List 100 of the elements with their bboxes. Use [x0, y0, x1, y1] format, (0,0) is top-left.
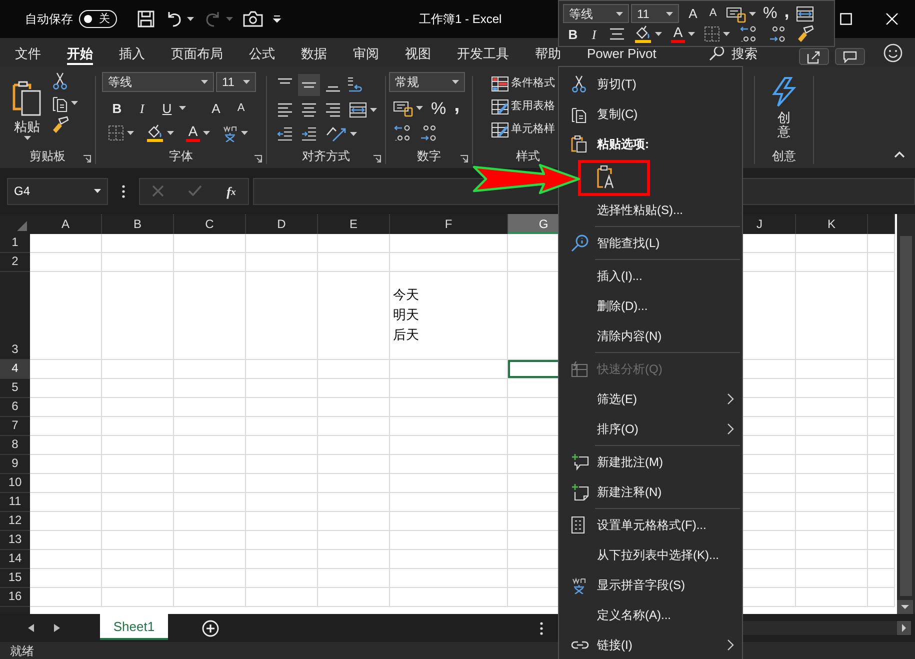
grid-cell[interactable]	[30, 253, 102, 272]
new-comment-icon[interactable]	[571, 453, 589, 471]
font-size-field[interactable]: 11	[216, 72, 256, 92]
grid-cell[interactable]	[318, 455, 390, 474]
close-icon[interactable]	[886, 13, 898, 25]
grid-cell[interactable]	[796, 417, 868, 436]
ribbon-tab[interactable]: 页面布局	[158, 44, 236, 66]
grid-cell[interactable]	[318, 588, 390, 607]
save-icon[interactable]	[137, 10, 155, 28]
column-header[interactable]: B	[102, 214, 174, 234]
ribbon-tab[interactable]: 视图	[392, 44, 444, 66]
grid-cell[interactable]	[318, 531, 390, 550]
dialog-launcher-icon[interactable]	[460, 155, 468, 163]
grid-cell[interactable]	[390, 234, 508, 253]
menu-item[interactable]: 从下拉列表中选择(K)...	[559, 540, 742, 570]
grid-cell[interactable]	[102, 474, 174, 493]
ribbon-tab[interactable]: 插入	[106, 44, 158, 66]
grid-cell[interactable]: 今天 明天 后天	[390, 272, 508, 360]
grid-cell[interactable]	[390, 253, 508, 272]
customize-toolbar-icon[interactable]	[273, 15, 281, 23]
grid-cell[interactable]	[246, 436, 318, 455]
borders-icon[interactable]	[704, 26, 720, 42]
column-header[interactable]: F	[390, 214, 508, 234]
grid-cell[interactable]	[246, 360, 318, 379]
percent-button[interactable]: %	[431, 100, 446, 116]
grid-cell[interactable]	[174, 417, 246, 436]
grid-cell[interactable]	[868, 436, 895, 455]
menu-item[interactable]: 设置单元格格式(F)...	[559, 510, 742, 540]
grid-cell[interactable]	[868, 531, 895, 550]
shrink-font-button[interactable]: A	[232, 102, 250, 114]
new-note-icon[interactable]	[571, 483, 589, 501]
font-name-field[interactable]: 等线	[102, 72, 214, 92]
caret-icon[interactable]	[94, 189, 101, 193]
grid-cell[interactable]	[796, 234, 868, 253]
paste-button[interactable]: 粘贴	[12, 72, 42, 146]
grid-cell[interactable]	[868, 455, 895, 474]
grid-cell[interactable]	[796, 531, 868, 550]
caret-icon[interactable]	[127, 131, 134, 135]
maximize-icon[interactable]	[840, 13, 852, 25]
grid-cell[interactable]	[30, 417, 102, 436]
grid-cell[interactable]	[174, 531, 246, 550]
grid-cell[interactable]	[246, 272, 318, 360]
comma-style-button[interactable]: ,	[454, 95, 460, 115]
clipboard-icon[interactable]	[12, 78, 42, 116]
menu-item[interactable]: 链接(I)	[559, 630, 742, 659]
grid-cell[interactable]	[868, 550, 895, 569]
italic-button[interactable]: I	[588, 28, 600, 40]
borders-icon[interactable]	[108, 125, 124, 141]
grid-cell[interactable]	[102, 512, 174, 531]
smiley-icon[interactable]	[883, 43, 903, 63]
caret-icon[interactable]	[370, 108, 377, 112]
left-align-icon[interactable]	[277, 102, 293, 118]
font-size-field[interactable]: 11	[631, 4, 679, 23]
grid-cell[interactable]	[174, 360, 246, 379]
copy-icon[interactable]	[52, 94, 68, 112]
grid-cell[interactable]	[246, 379, 318, 398]
right-align-icon[interactable]	[325, 102, 341, 118]
grid-cell[interactable]	[318, 493, 390, 512]
grid-cell[interactable]	[30, 493, 102, 512]
grid-cell[interactable]	[30, 588, 102, 607]
grid-cell[interactable]	[318, 417, 390, 436]
link-icon[interactable]	[571, 639, 589, 651]
grid-cell[interactable]	[868, 272, 895, 360]
grid-cell[interactable]	[246, 455, 318, 474]
grid-cell[interactable]	[390, 417, 508, 436]
caret-icon[interactable]	[243, 80, 250, 84]
more-options-icon[interactable]	[540, 622, 543, 634]
grid-cell[interactable]	[390, 474, 508, 493]
grid-cell[interactable]	[796, 493, 868, 512]
grid-cell[interactable]	[796, 474, 868, 493]
grid-cell[interactable]	[102, 493, 174, 512]
ribbon-tab[interactable]: 开始	[54, 44, 106, 66]
font-color-button[interactable]: A	[671, 25, 685, 43]
grid-cell[interactable]	[868, 398, 895, 417]
menu-item[interactable]: 清除内容(N)	[559, 321, 742, 351]
column-header[interactable]	[868, 214, 895, 234]
caret-icon[interactable]	[179, 106, 186, 110]
grid-cell[interactable]	[246, 531, 318, 550]
percent-button[interactable]: %	[763, 6, 778, 22]
number-format-field[interactable]: 常规	[389, 72, 465, 92]
caret-icon[interactable]	[416, 106, 423, 110]
grid-cell[interactable]	[318, 234, 390, 253]
add-sheet-icon[interactable]	[202, 620, 219, 636]
grid-cell[interactable]	[30, 512, 102, 531]
grid-cell[interactable]	[174, 588, 246, 607]
row-header[interactable]: 4	[0, 360, 30, 379]
grid-cell[interactable]	[390, 398, 508, 417]
grid-cell[interactable]	[390, 550, 508, 569]
caret-icon[interactable]	[723, 32, 730, 36]
grid-cell[interactable]	[30, 569, 102, 588]
caret-icon[interactable]	[24, 136, 30, 140]
sheet-tab[interactable]: Sheet1	[100, 614, 168, 640]
copy-icon[interactable]	[571, 105, 587, 123]
grid-cell[interactable]	[246, 588, 318, 607]
search-button[interactable]: 搜索	[731, 46, 758, 60]
font-color-button[interactable]: A	[186, 124, 200, 142]
menu-item[interactable]: 删除(D)...	[559, 291, 742, 321]
grid-cell[interactable]	[246, 474, 318, 493]
grid-cell[interactable]	[102, 588, 174, 607]
next-sheet-icon[interactable]	[54, 624, 60, 632]
